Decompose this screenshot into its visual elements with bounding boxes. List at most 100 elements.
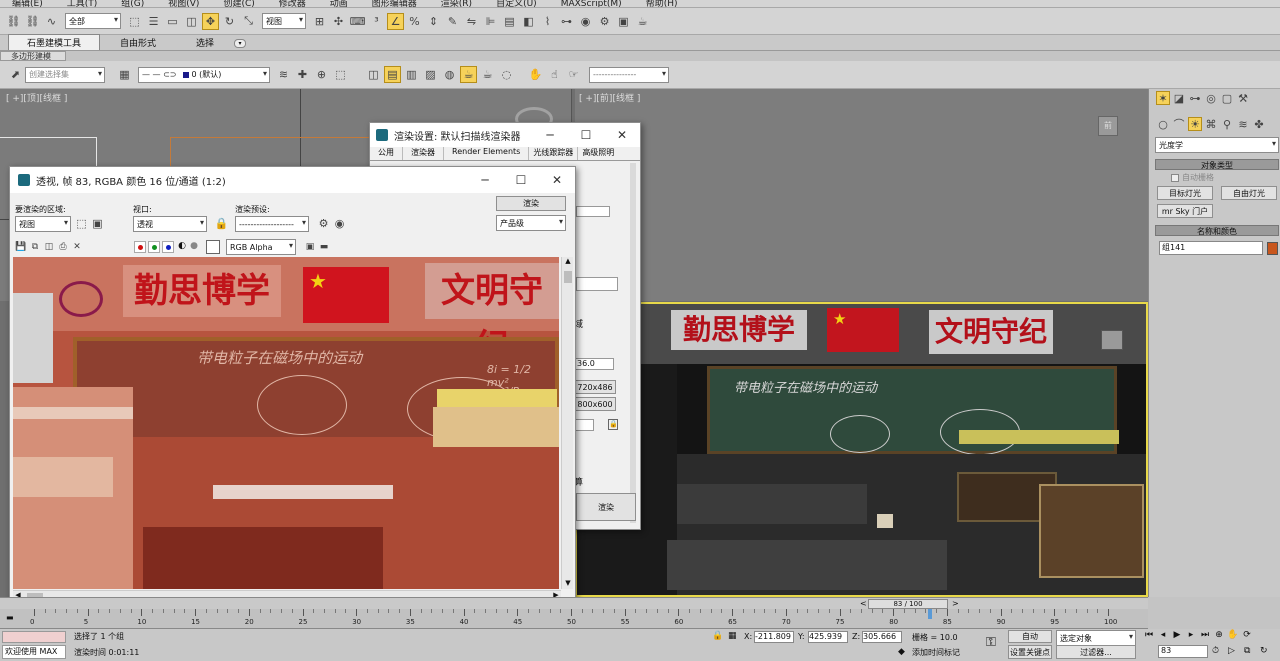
auto-region-icon[interactable]: ▣ (89, 215, 106, 232)
reference-coord-dropdown[interactable]: 视图 (262, 13, 306, 29)
window-crossing-icon[interactable]: ◫ (183, 13, 200, 30)
viewport-front[interactable]: [ +][前][线框 ] 前 (575, 89, 1148, 301)
time-tag-icon[interactable]: ◆ (898, 647, 905, 657)
zoom-extents-icon[interactable]: ⊕ (1212, 630, 1226, 640)
align-icon[interactable]: ⊫ (482, 13, 499, 30)
time-slider[interactable]: < 83 / 100 > (0, 597, 1148, 609)
schematic-view-icon[interactable]: ⊶ (558, 13, 575, 30)
object-color-swatch[interactable] (1267, 242, 1278, 255)
menu-item[interactable]: 创建(C) (211, 0, 266, 7)
lock-icon[interactable]: 🔒 (608, 419, 618, 430)
tab-graphite-modeling[interactable]: 石墨建模工具 (8, 34, 101, 50)
render-production-icon[interactable]: ☕ (634, 13, 651, 30)
z-coord-field[interactable]: 305.666 (862, 631, 902, 643)
y-coord-field[interactable]: 425.939 (808, 631, 848, 643)
frame-field[interactable] (576, 206, 610, 217)
red-channel-icon[interactable] (134, 241, 146, 253)
go-to-start-icon[interactable]: ⏮ (1142, 630, 1156, 640)
named-selection-dropdown[interactable]: 创建选择集 (25, 66, 105, 83)
layer-manager-icon[interactable]: ▤ (501, 13, 518, 30)
render-teapot-icon[interactable]: ☕ (460, 66, 477, 83)
go-to-end-icon[interactable]: ⏭ (1198, 630, 1212, 640)
frame-vertical-scrollbar[interactable]: ▲ ▼ (561, 257, 573, 589)
geometry-icon[interactable]: ○ (1156, 117, 1170, 131)
time-slider-next-icon[interactable]: > (952, 599, 959, 608)
viewcube-front[interactable]: 前 (1098, 116, 1118, 136)
output-path-field[interactable] (576, 277, 618, 291)
bind-spacewarp-icon[interactable]: ∿ (43, 13, 60, 30)
pivot-center-icon[interactable]: ⊞ (311, 13, 328, 30)
toggle-ui-icon[interactable]: ▬ (318, 241, 330, 253)
key-filters-button[interactable]: 过滤器... (1056, 645, 1136, 659)
render-preset-dropdown[interactable]: ------------------- (235, 216, 309, 232)
frame-window-titlebar[interactable]: 透视, 帧 83, RGBA 颜色 16 位/通道 (1:2) ─ ☐ ✕ (10, 167, 575, 193)
orbit-icon[interactable]: ⟳ (1240, 630, 1254, 640)
tab-render-elements[interactable]: Render Elements (444, 147, 530, 160)
time-slider-prev-icon[interactable]: < (860, 599, 867, 608)
toggle-ui-overlay-icon[interactable]: ▣ (304, 241, 316, 253)
rollout-name-color[interactable]: 名称和颜色 (1155, 225, 1279, 236)
add-time-tag[interactable]: 添加时间标记 (912, 647, 960, 658)
object-name-field[interactable]: 组141 (1159, 241, 1263, 255)
next-frame-icon[interactable]: ▸ (1184, 630, 1198, 640)
keyboard-shortcut-icon[interactable]: ⌨ (349, 13, 366, 30)
edit-named-selection-icon[interactable]: ✎ (444, 13, 461, 30)
free-light-button[interactable]: 自由灯光 (1221, 186, 1277, 200)
environment-shortcut-icon[interactable]: ◉ (331, 215, 348, 232)
unlink-icon[interactable]: ⛓ (24, 13, 41, 30)
menu-item[interactable]: 编辑(E) (0, 0, 55, 7)
timeline-config-icon[interactable]: ▬ (6, 613, 18, 622)
minimize-icon[interactable]: ─ (532, 128, 568, 142)
hierarchy-tab-icon[interactable]: ⊶ (1188, 91, 1202, 105)
render-frame-window-icon[interactable]: ▤ (384, 66, 401, 83)
viewport-perspective[interactable]: 勤思博学 ★ 文明守纪 带电粒子在磁场中的运动 (575, 302, 1148, 597)
mono-icon[interactable]: ● (188, 241, 200, 253)
pan-view-icon[interactable]: ✋ (1226, 630, 1240, 640)
create-tab-icon[interactable]: ✶ (1156, 91, 1170, 105)
close-icon[interactable]: ✕ (539, 173, 575, 187)
select-manipulate-icon[interactable]: ✣ (330, 13, 347, 30)
render-setup-shortcut-icon[interactable]: ⚙ (315, 215, 332, 232)
systems-icon[interactable]: ✤ (1252, 117, 1266, 131)
tab-common[interactable]: 公用 (370, 147, 403, 160)
brush-preset-icon[interactable]: ☝ (546, 66, 563, 83)
aperture-field[interactable]: 36.0 (574, 358, 614, 370)
brush-dropdown[interactable]: --------------- (589, 66, 669, 83)
field-of-view-icon[interactable]: ▷ (1228, 646, 1235, 656)
layer-dropdown[interactable]: — — ⊂⊃ 0 (默认) (138, 66, 270, 83)
select-in-layer-icon[interactable]: ⬚ (332, 66, 349, 83)
green-channel-icon[interactable] (148, 241, 160, 253)
layer-icon[interactable]: ▦ (116, 66, 133, 83)
menu-item[interactable]: 帮助(H) (634, 0, 690, 7)
quality-dropdown[interactable]: 产品级 (496, 215, 566, 231)
render-setup-icon[interactable]: ⚙ (596, 13, 613, 30)
save-image-icon[interactable]: 💾 (15, 241, 27, 253)
height-field[interactable] (574, 419, 594, 431)
add-to-layer-icon[interactable]: ⊕ (313, 66, 330, 83)
select-by-name-icon[interactable]: ☰ (145, 13, 162, 30)
helpers-icon[interactable]: ⚲ (1220, 117, 1234, 131)
mr-sky-portal-button[interactable]: mr Sky 门户 (1157, 204, 1213, 218)
key-filter-dropdown[interactable]: 选定对象 (1056, 630, 1136, 646)
time-slider-thumb[interactable]: 83 / 100 (868, 599, 948, 609)
walkthrough-icon[interactable]: ↻ (1260, 646, 1268, 656)
mirror-icon[interactable]: ⇋ (463, 13, 480, 30)
time-config-icon[interactable]: ⏱ (1212, 646, 1219, 656)
menu-item[interactable]: MAXScript(M) (549, 0, 634, 7)
graphite-toggle-icon[interactable]: ◧ (520, 13, 537, 30)
rollout-object-type[interactable]: 对象类型 (1155, 159, 1279, 170)
spinner-snap-icon[interactable]: ⇕ (425, 13, 442, 30)
viewport-front-label[interactable]: [ +][前][线框 ] (579, 91, 640, 104)
world-icon[interactable]: ◍ (441, 66, 458, 83)
snap-toggle-icon[interactable]: ³ (368, 13, 385, 30)
scene-explorer-icon[interactable]: ◫ (365, 66, 382, 83)
display-tab-icon[interactable]: ▢ (1220, 91, 1234, 105)
viewcube-perspective[interactable] (1101, 330, 1123, 350)
track-set-icon[interactable]: ✋ (527, 66, 544, 83)
preset-720-button[interactable]: 720x486 (574, 380, 616, 394)
rendered-frame-icon[interactable]: ▣ (615, 13, 632, 30)
curve-editor-icon[interactable]: ⌇ (539, 13, 556, 30)
select-object-icon[interactable]: ⬚ (126, 13, 143, 30)
viewport-top-label[interactable]: [ +][顶][线框 ] (6, 91, 67, 104)
absolute-mode-icon[interactable]: ▦ (728, 631, 737, 641)
